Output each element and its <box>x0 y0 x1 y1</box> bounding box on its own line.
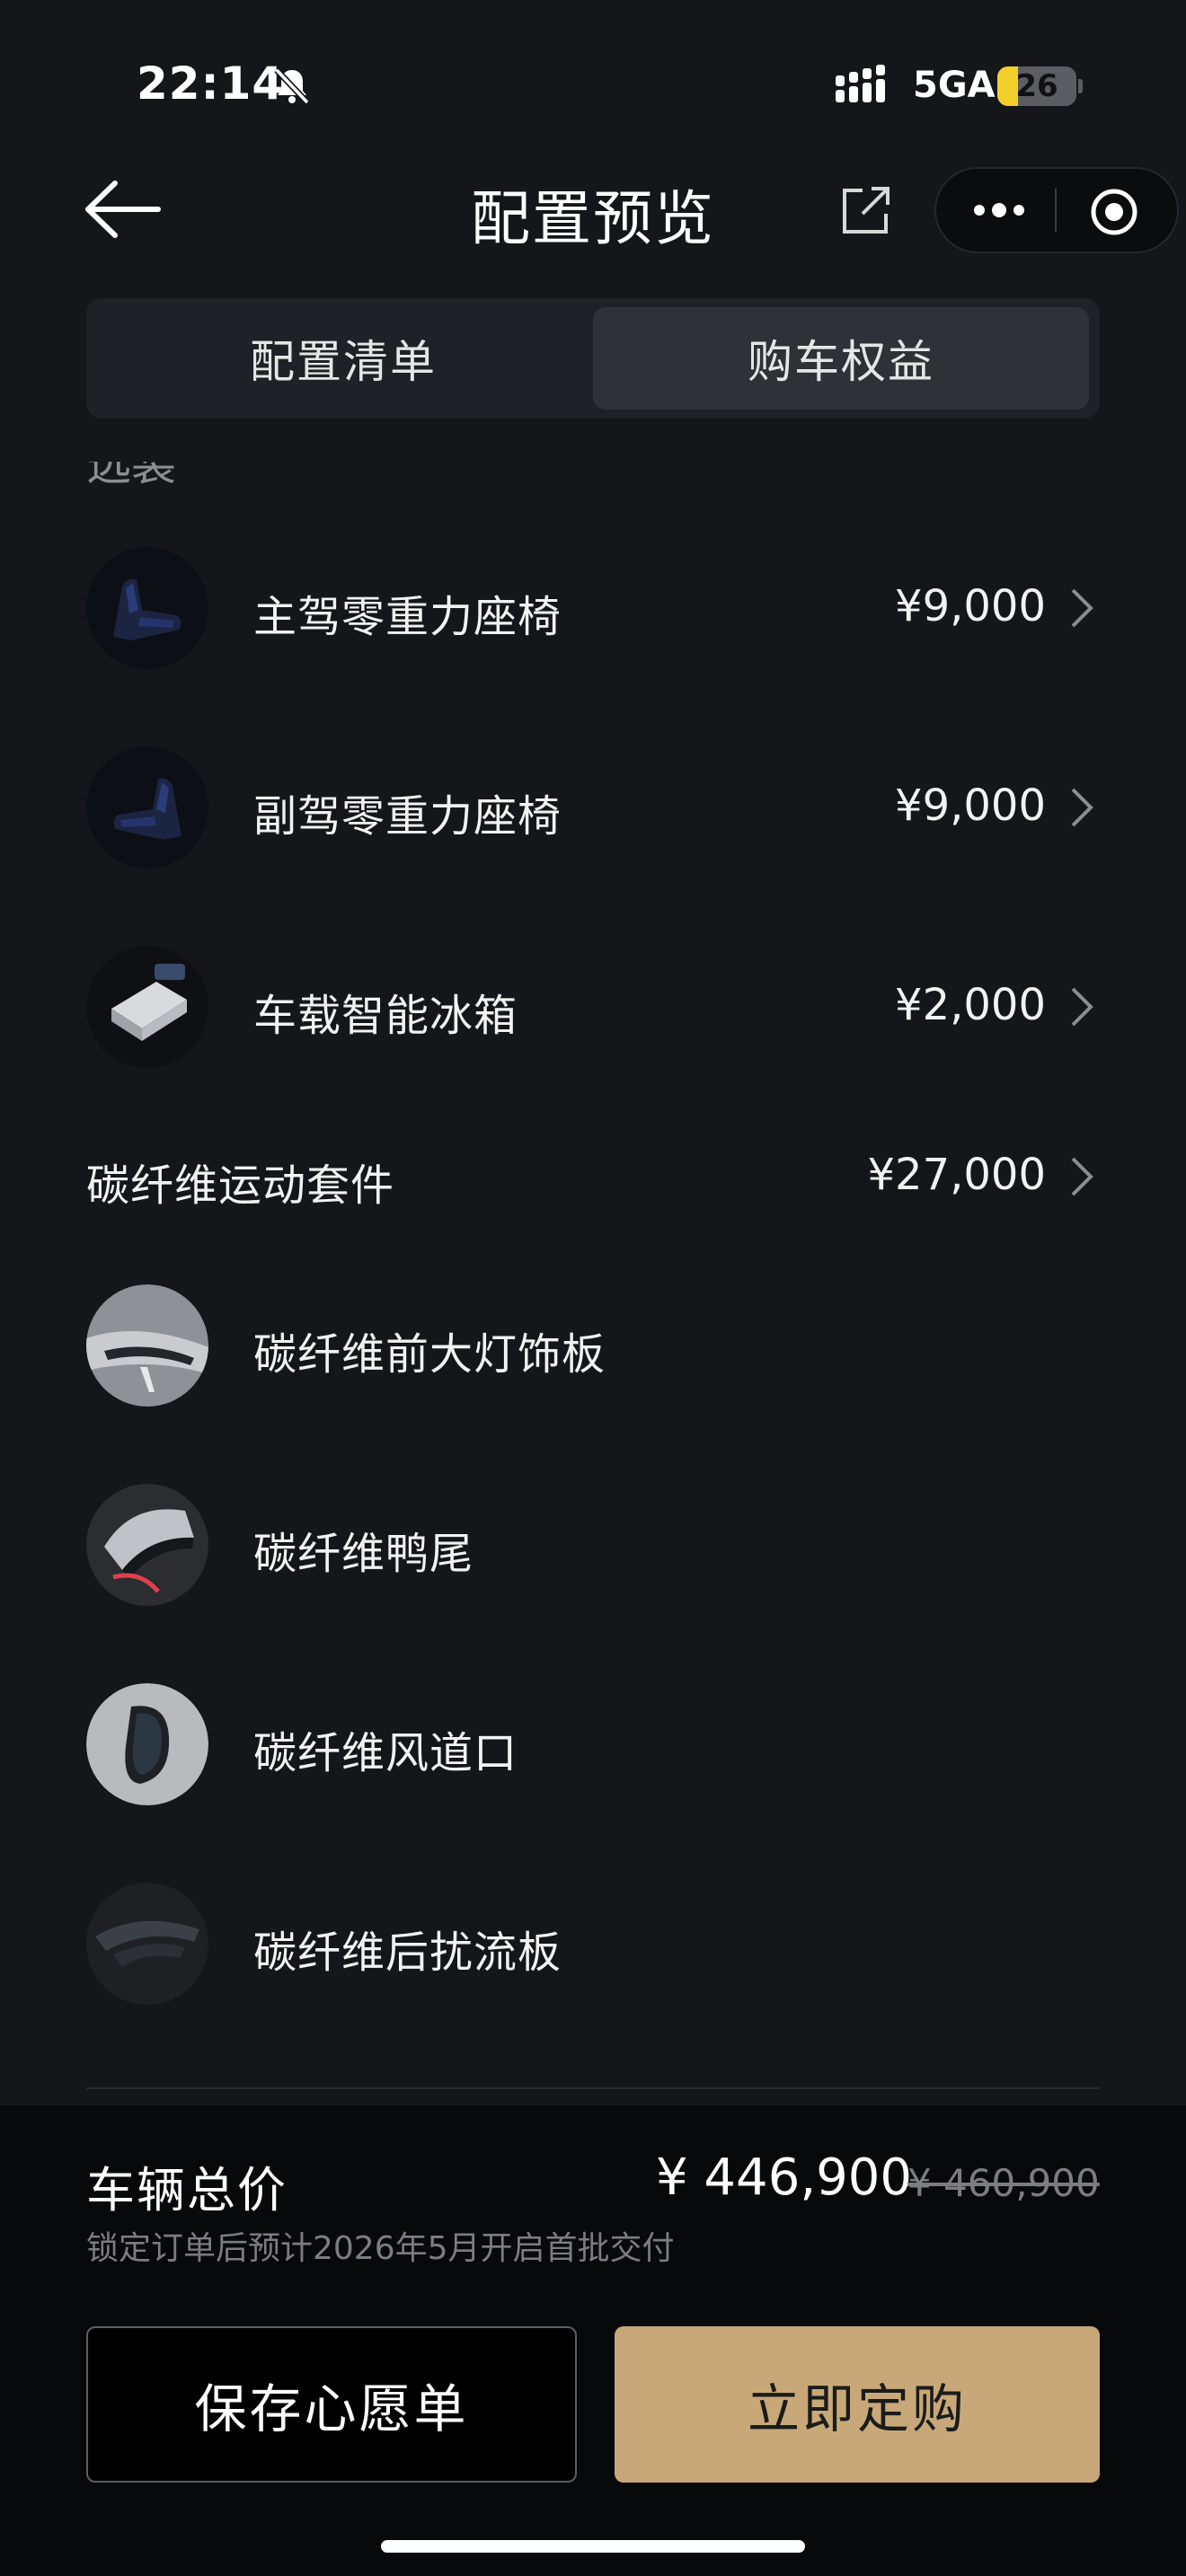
chevron-right-icon <box>1071 987 1093 1027</box>
arrow-left-icon[interactable] <box>83 178 164 241</box>
seat-thumbnail <box>86 547 208 669</box>
option-name: 副驾零重力座椅 <box>253 791 562 842</box>
headlight-thumbnail <box>86 1284 208 1407</box>
order-now-button[interactable]: 立即定购 <box>615 2326 1100 2483</box>
package-item-row: 碳纤维后扰流板 <box>86 1881 1100 2007</box>
capsule-divider <box>1055 189 1057 232</box>
section-label-text: 选装 <box>86 462 176 490</box>
fridge-thumbnail <box>86 946 208 1068</box>
seat-thumbnail <box>86 746 208 869</box>
battery-level: 26 <box>1015 68 1058 104</box>
original-price: ¥ 460,900 <box>907 2161 1100 2205</box>
status-time: 22:14 <box>137 57 285 110</box>
chevron-right-icon <box>1071 588 1093 628</box>
signal-icon <box>836 65 885 102</box>
total-price: ¥ 446,900 <box>656 2148 913 2207</box>
delivery-note: 锁定订单后预计2026年5月开启首批交付 <box>86 2230 675 2267</box>
option-row[interactable]: 主驾零重力座椅 ¥9,000 <box>86 545 1100 671</box>
option-name: 车载智能冰箱 <box>253 991 518 1041</box>
option-price: ¥9,000 <box>895 581 1046 631</box>
option-row[interactable]: 车载智能冰箱 ¥2,000 <box>86 944 1100 1070</box>
package-item-name: 碳纤维风道口 <box>253 1728 518 1778</box>
spoiler-thumbnail <box>86 1883 208 2005</box>
checkout-bar: 车辆总价 ¥ 446,900 ¥ 460,900 锁定订单后预计2026年5月开… <box>0 2105 1186 2576</box>
chevron-right-icon <box>1071 788 1093 827</box>
option-row[interactable]: 副驾零重力座椅 ¥9,000 <box>86 745 1100 870</box>
ducktail-thumbnail <box>86 1484 208 1606</box>
option-price: ¥9,000 <box>895 781 1046 831</box>
share-icon[interactable] <box>839 183 893 237</box>
segment-tabs: 配置清单 购车权益 <box>86 298 1100 419</box>
home-indicator[interactable] <box>381 2540 805 2553</box>
package-item-name: 碳纤维后扰流板 <box>253 1928 562 1978</box>
total-price-label: 车辆总价 <box>86 2162 288 2219</box>
tab-config-list[interactable]: 配置清单 <box>95 307 591 410</box>
package-item-row: 碳纤维鸭尾 <box>86 1482 1100 1608</box>
status-bar: 22:14 5GA 26 <box>0 0 1186 171</box>
option-price: ¥2,000 <box>895 980 1046 1030</box>
package-item-name: 碳纤维前大灯饰板 <box>253 1329 606 1380</box>
air-vent-thumbnail <box>86 1683 208 1805</box>
section-label-cut: 选装 <box>86 462 176 492</box>
mini-program-capsule <box>934 167 1179 253</box>
package-price: ¥27,000 <box>867 1150 1047 1200</box>
bell-muted-icon <box>274 67 310 105</box>
save-wishlist-button[interactable]: 保存心愿单 <box>86 2326 577 2483</box>
more-dots-icon[interactable] <box>963 187 1035 234</box>
page-title: 配置预览 <box>471 184 715 253</box>
battery-tip <box>1078 79 1083 93</box>
package-item-name: 碳纤维鸭尾 <box>253 1529 474 1579</box>
package-item-row: 碳纤维前大灯饰板 <box>86 1283 1100 1408</box>
package-row[interactable]: 碳纤维运动套件 ¥27,000 <box>86 1139 1100 1211</box>
option-name: 主驾零重力座椅 <box>253 592 562 642</box>
tab-purchase-benefits[interactable]: 购车权益 <box>593 307 1089 410</box>
network-type: 5GA <box>913 65 996 106</box>
package-item-row: 碳纤维风道口 <box>86 1681 1100 1807</box>
package-name: 碳纤维运动套件 <box>86 1160 395 1211</box>
close-circle-icon[interactable] <box>1085 183 1143 241</box>
list-divider <box>86 2087 1100 2089</box>
battery-icon: 26 <box>997 66 1076 106</box>
chevron-right-icon <box>1071 1157 1093 1196</box>
